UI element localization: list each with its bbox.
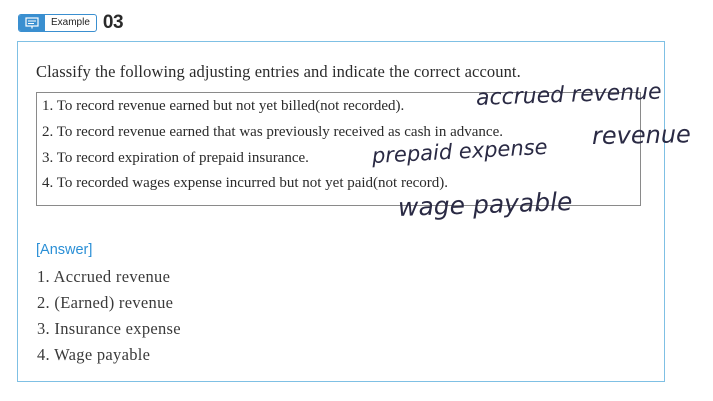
entry-item-1: 1. To record revenue earned but not yet … <box>42 98 405 114</box>
example-badge: Example 03 <box>18 12 124 33</box>
answer-label: [Answer] <box>36 242 93 258</box>
answer-item-2: 2. (Earned) revenue <box>37 293 174 312</box>
presentation-icon <box>19 15 45 31</box>
entry-item-2: 2. To record revenue earned that was pre… <box>42 124 503 140</box>
question-text: Classify the following adjusting entries… <box>36 62 521 81</box>
example-label: Example <box>51 17 90 28</box>
answer-item-1: 1. Accrued revenue <box>37 267 171 286</box>
example-badge-box: Example <box>18 14 97 32</box>
entry-item-3: 3. To record expiration of prepaid insur… <box>42 150 309 166</box>
example-number: 03 <box>102 12 124 33</box>
handwritten-note-4: wage payable <box>397 186 573 222</box>
answer-item-4: 4. Wage payable <box>37 345 151 364</box>
answer-item-3: 3. Insurance expense <box>37 319 181 338</box>
handwritten-note-2: revenue <box>591 120 692 150</box>
entry-item-4: 4. To recorded wages expense incurred bu… <box>42 175 449 191</box>
